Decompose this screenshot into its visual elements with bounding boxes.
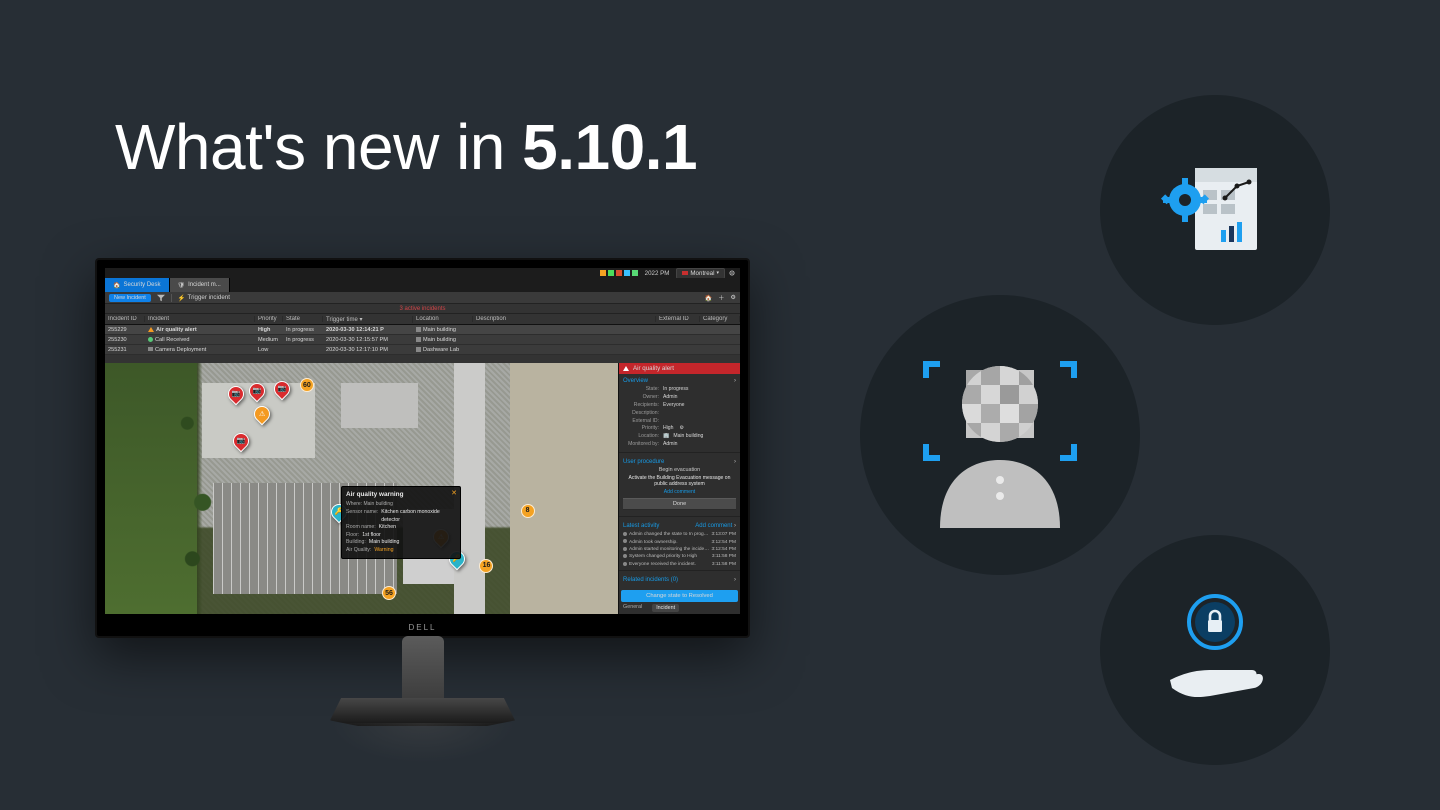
procedure-step-body: Activate the Building Evacuation message… <box>623 475 736 487</box>
automation-reports-icon <box>1155 150 1275 270</box>
edit-icon[interactable]: ⚙ <box>679 425 684 433</box>
section-related-incidents[interactable]: Related incidents (0)› <box>623 577 736 583</box>
grid-spacer <box>105 355 740 363</box>
tray-warn-icon <box>616 270 622 276</box>
tab-security-desk[interactable]: 🏠 Security Desk <box>105 278 170 292</box>
col-description[interactable]: Description <box>473 316 656 322</box>
incident-toolbar: New Incident ⚡ Trigger incident 🏠 ＋ ⚙ <box>105 292 740 304</box>
tray-status-icon <box>608 270 614 276</box>
col-incident[interactable]: Incident <box>145 316 255 322</box>
tray-alert-icon <box>600 270 606 276</box>
warning-icon <box>623 366 629 371</box>
privacy-lock-icon <box>1140 580 1290 720</box>
subtab-incident[interactable]: Incident <box>652 604 679 612</box>
feature-icon-reports <box>1100 95 1330 325</box>
monitor-bezel: 2022 PM Montreal ▾ 🏠 Security Desk 🛡 <box>95 258 750 638</box>
trigger-label: Trigger incident <box>188 294 230 301</box>
face-recognition-icon <box>910 340 1090 530</box>
col-incident-id[interactable]: Incident ID <box>105 316 145 322</box>
col-priority[interactable]: Priority <box>255 316 283 322</box>
tray-icons <box>600 270 638 276</box>
monitor-reflection <box>330 723 515 763</box>
monitor: 2022 PM Montreal ▾ 🏠 Security Desk 🛡 <box>95 258 750 760</box>
col-external-id[interactable]: External ID <box>656 316 700 322</box>
home-icon: 🏠 <box>113 282 120 289</box>
add-comment-link[interactable]: Add comment <box>695 523 732 529</box>
activity-row: Admin changed the state to In progress.3… <box>623 531 736 538</box>
monitor-neck <box>402 636 444 706</box>
home-toolbar-icon[interactable]: 🏠 <box>705 294 713 302</box>
map-cluster-badge[interactable]: 8 <box>521 504 535 518</box>
section-latest-activity[interactable]: Latest activity Add comment › <box>623 523 736 529</box>
procedure-step-title: Begin evacuation <box>623 467 736 473</box>
close-icon[interactable]: ✕ <box>451 489 457 497</box>
activity-row: Admin took ownership.3:12:54 PM <box>623 539 736 546</box>
procedure-add-comment[interactable]: Add comment <box>623 489 736 495</box>
col-trigger-time[interactable]: Trigger time ▾ <box>323 316 413 323</box>
map-tooltip-air-quality: ✕ Air quality warning Where: Main buildi… <box>341 486 461 559</box>
settings-icon[interactable]: ⚙ <box>730 294 736 301</box>
trigger-incident-button[interactable]: ⚡ Trigger incident <box>178 294 230 302</box>
window-titlebar: 2022 PM Montreal ▾ <box>105 268 740 278</box>
incident-row[interactable]: 255229 Air quality alert High In progres… <box>105 325 740 335</box>
activity-row: Everyone received the incident.3:11:58 P… <box>623 561 736 568</box>
section-user-procedure[interactable]: User procedure› <box>623 459 736 465</box>
monitor-base <box>330 698 515 726</box>
warning-icon <box>148 327 154 332</box>
location-label: Montreal <box>690 270 714 277</box>
call-icon <box>148 337 153 342</box>
col-state[interactable]: State <box>283 316 323 322</box>
subtab-general[interactable]: General <box>623 604 642 612</box>
col-location[interactable]: Location <box>413 316 473 322</box>
building-icon <box>416 337 421 342</box>
tray-time: 2022 PM <box>645 270 670 277</box>
feature-icon-face <box>860 295 1140 575</box>
filter-icon[interactable] <box>157 294 165 302</box>
change-state-button[interactable]: Change state to Resolved <box>621 590 738 602</box>
tooltip-sub: Where: Main building <box>346 501 456 507</box>
new-incident-button[interactable]: New Incident <box>109 294 151 302</box>
headline-version: 5.10.1 <box>522 111 697 183</box>
building-icon <box>416 347 421 352</box>
shield-icon: 🛡 <box>178 282 186 289</box>
location-selector[interactable]: Montreal ▾ <box>676 268 725 279</box>
app-tabstrip: 🏠 Security Desk 🛡 Incident m... <box>105 278 740 292</box>
tab-incident-monitoring[interactable]: 🛡 Incident m... <box>170 278 230 292</box>
plus-icon[interactable]: ＋ <box>718 293 724 302</box>
feature-icon-privacy <box>1100 535 1330 765</box>
map-cluster-badge[interactable]: 60 <box>300 378 314 392</box>
tab-label: Security Desk <box>123 282 160 288</box>
gear-icon[interactable] <box>728 269 736 277</box>
detail-subtabs: General Incident <box>619 602 740 614</box>
page-headline: What's new in 5.10.1 <box>115 110 697 184</box>
detail-header-alert: Air quality alert <box>619 363 740 374</box>
incident-detail-panel: Air quality alert Overview› State:In pro… <box>618 363 740 614</box>
tab-label: Incident m... <box>188 282 221 288</box>
app-screen: 2022 PM Montreal ▾ 🏠 Security Desk 🛡 <box>105 268 740 614</box>
col-category[interactable]: Category <box>700 316 740 322</box>
app-body: 📷 📷 📷 📷 ⚠ 🔑 🔑 ⚠ 60 16 8 56 ✕ Air qua <box>105 363 740 614</box>
tooltip-title: Air quality warning <box>346 491 456 498</box>
building-icon <box>416 327 421 332</box>
monitor-brand: DELL <box>408 623 436 632</box>
tray-info-icon <box>624 270 630 276</box>
section-overview[interactable]: Overview› <box>623 378 736 384</box>
bolt-icon: ⚡ <box>178 294 186 302</box>
detail-title: Air quality alert <box>633 365 674 372</box>
camera-icon <box>148 347 153 351</box>
tray-ok-icon <box>632 270 638 276</box>
incident-row[interactable]: 255230 Call Received Medium In progress … <box>105 335 740 345</box>
incident-row[interactable]: 255231 Camera Deployment Low 2020-03-30 … <box>105 345 740 355</box>
headline-pre: What's new in <box>115 111 522 183</box>
activity-row: Admin started monitoring the incident.3:… <box>623 546 736 553</box>
flag-icon <box>682 271 688 275</box>
incident-grid-header: Incident ID Incident Priority State Trig… <box>105 314 740 325</box>
map-canvas[interactable]: 📷 📷 📷 📷 ⚠ 🔑 🔑 ⚠ 60 16 8 56 ✕ Air qua <box>105 363 618 614</box>
active-incidents-banner: 3 active incidents <box>105 304 740 314</box>
activity-row: System changed priority to High3:11:58 P… <box>623 553 736 560</box>
procedure-done-button[interactable]: Done <box>623 498 736 510</box>
